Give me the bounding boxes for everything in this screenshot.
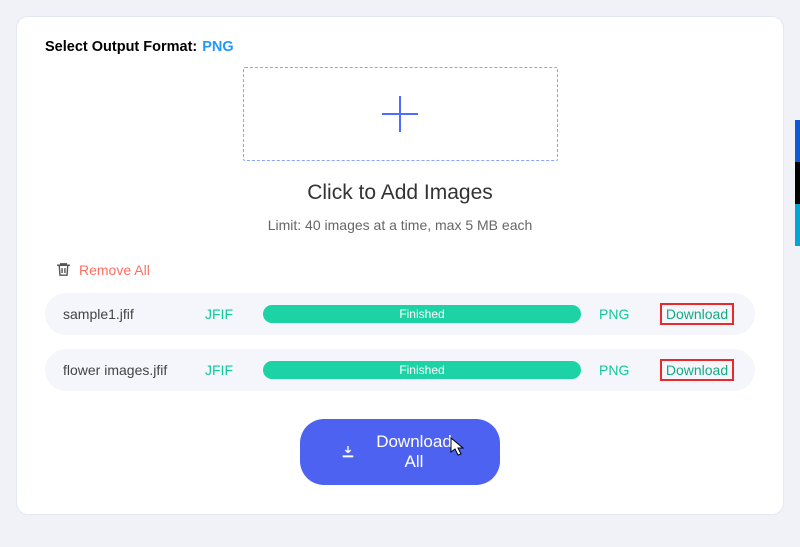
share-strip xyxy=(795,120,800,246)
source-format: JFIF xyxy=(205,306,245,322)
file-name: sample1.jfif xyxy=(63,306,187,322)
progress-status: Finished xyxy=(399,363,444,377)
output-format-value: PNG xyxy=(202,39,233,55)
add-images-dropzone[interactable] xyxy=(243,67,558,161)
dropzone-title: Click to Add Images xyxy=(45,181,755,205)
dropzone-limit: Limit: 40 images at a time, max 5 MB eac… xyxy=(45,217,755,233)
download-button[interactable]: Download xyxy=(660,359,734,381)
source-format: JFIF xyxy=(205,362,245,378)
download-all-button[interactable]: Download All xyxy=(300,419,500,485)
progress-status: Finished xyxy=(399,307,444,321)
plus-icon xyxy=(380,94,420,134)
share-x[interactable] xyxy=(795,162,800,204)
remove-all-label: Remove All xyxy=(79,262,150,278)
trash-icon xyxy=(55,261,72,278)
file-row: sample1.jfif JFIF Finished PNG Download xyxy=(45,293,755,335)
remove-all-button[interactable]: Remove All xyxy=(55,261,150,278)
target-format: PNG xyxy=(599,306,639,322)
file-row: flower images.jfif JFIF Finished PNG Dow… xyxy=(45,349,755,391)
progress-bar: Finished xyxy=(263,361,581,379)
file-list: sample1.jfif JFIF Finished PNG Download … xyxy=(45,293,755,391)
share-linkedin[interactable] xyxy=(795,204,800,246)
converter-panel: Select Output Format: PNG Click to Add I… xyxy=(16,16,784,515)
share-facebook[interactable] xyxy=(795,120,800,162)
download-all-label: Download All xyxy=(368,432,460,472)
output-format-selector[interactable]: Select Output Format: PNG xyxy=(45,39,755,55)
output-format-label: Select Output Format: xyxy=(45,39,197,55)
download-button[interactable]: Download xyxy=(660,303,734,325)
file-name: flower images.jfif xyxy=(63,362,187,378)
target-format: PNG xyxy=(599,362,639,378)
cursor-icon xyxy=(450,437,466,462)
progress-bar: Finished xyxy=(263,305,581,323)
download-icon xyxy=(340,444,356,460)
